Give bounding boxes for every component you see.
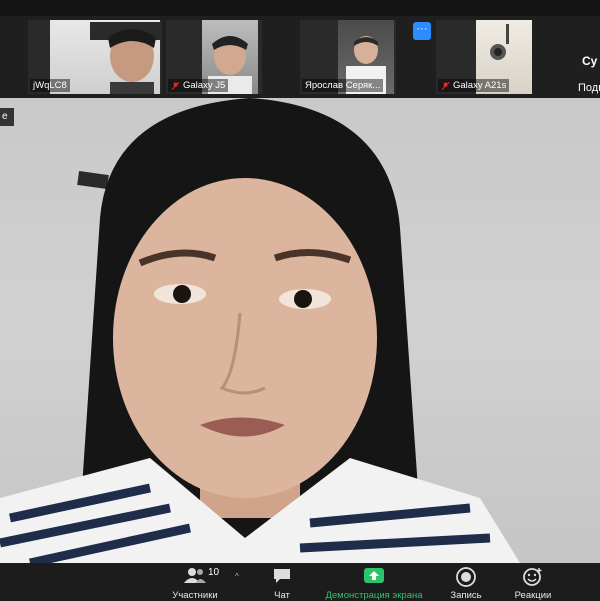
participant-name: Galaxy J5 (168, 79, 229, 92)
side-panel-subtitle: Подк (578, 82, 600, 94)
share-screen-icon (364, 568, 384, 583)
participant-tile[interactable]: Galaxy J5 (166, 20, 262, 94)
participant-tile[interactable]: jWqLC8 (28, 20, 162, 94)
share-screen-button[interactable]: Демонстрация экрана (316, 563, 432, 601)
chat-label: Чат (274, 590, 290, 601)
chat-button[interactable]: Чат (262, 563, 302, 601)
meeting-toolbar: 10 Участники ^ Чат Демонстрация экрана З… (0, 563, 600, 601)
participants-caret-icon[interactable]: ^ (235, 572, 239, 581)
active-speaker-video (0, 98, 600, 563)
participant-name: jWqLC8 (30, 79, 70, 92)
mic-muted-icon (441, 81, 450, 90)
video-label-tab[interactable]: e (0, 108, 14, 126)
participants-label: Участники (172, 590, 218, 601)
participant-tile[interactable]: Ярослав Серяк... (300, 20, 396, 94)
side-panel-title: Су (582, 54, 598, 68)
chat-icon (274, 569, 290, 583)
speaker-figure (0, 98, 520, 563)
window-top-bar (0, 0, 600, 16)
participants-button[interactable]: 10 Участники (160, 563, 230, 601)
participants-count: 10 (208, 567, 220, 578)
participant-strip: jWqLC8 Galaxy J5 Ярослав Серяк... ··· Ga… (0, 16, 600, 98)
reactions-icon (523, 568, 542, 586)
reactions-button[interactable]: Реакции (508, 563, 558, 601)
reactions-label: Реакции (514, 590, 552, 601)
record-label: Запись (450, 590, 482, 601)
participant-name: Ярослав Серяк... (302, 79, 384, 92)
participants-icon (184, 568, 206, 583)
share-screen-label: Демонстрация экрана (325, 590, 423, 601)
participant-name: Galaxy A21s (438, 79, 510, 92)
record-button[interactable]: Запись (444, 563, 488, 601)
record-icon (456, 567, 476, 587)
mic-muted-icon (171, 81, 180, 90)
more-options-button[interactable]: ··· (413, 22, 431, 40)
participant-tile[interactable]: Galaxy A21s (436, 20, 532, 94)
